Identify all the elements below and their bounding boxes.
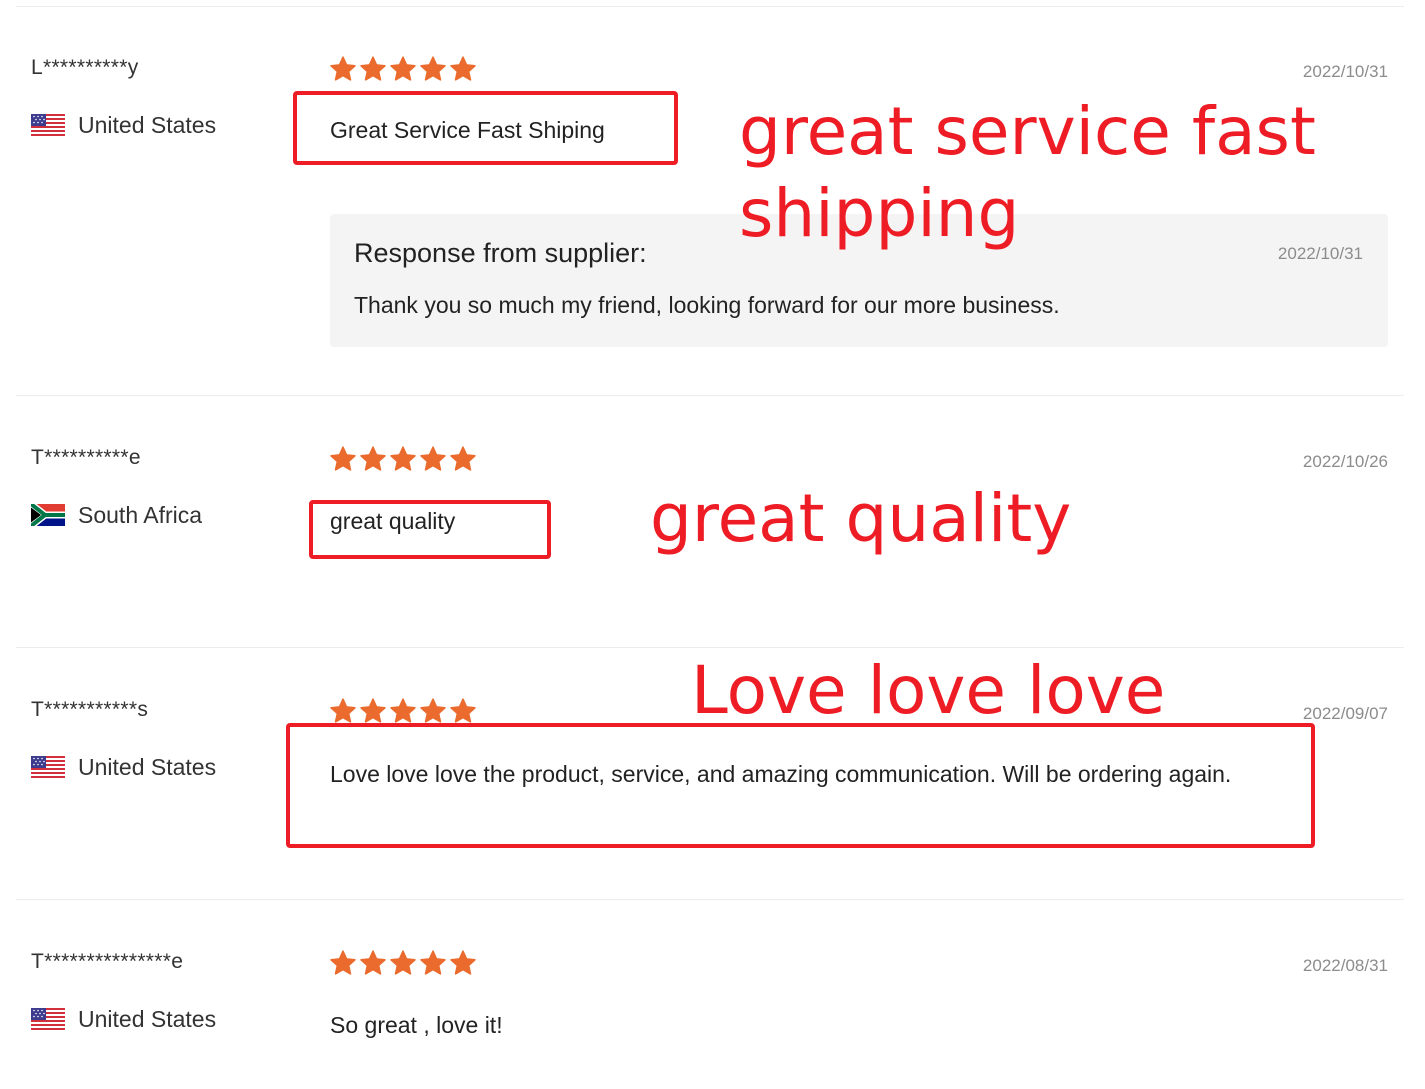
star-rating	[330, 56, 476, 82]
reviewer-name: T***************e	[31, 950, 184, 973]
response-text: Thank you so much my friend, looking for…	[354, 292, 1060, 318]
star-rating	[330, 698, 476, 724]
highlight-box	[286, 723, 1315, 848]
top-divider	[16, 0, 1404, 7]
highlight-box	[293, 91, 678, 165]
review-text: So great , love it!	[330, 1012, 503, 1038]
country-name: United States	[78, 1005, 217, 1032]
za-flag-icon	[31, 504, 65, 526]
star-icon	[450, 446, 476, 472]
annotation-text: great quality	[650, 480, 1072, 557]
review-date: 2022/09/07	[1302, 704, 1388, 723]
us-flag-icon	[31, 756, 65, 778]
review-date: 2022/10/26	[1302, 452, 1388, 471]
annotation-text: great service fast	[739, 93, 1316, 170]
star-icon	[420, 56, 446, 82]
review-divider	[16, 647, 1404, 648]
review-divider	[16, 395, 1404, 396]
us-flag-icon	[31, 1008, 65, 1030]
star-icon	[420, 950, 446, 976]
reviewer-country: South Africa	[31, 500, 202, 530]
star-icon	[360, 950, 386, 976]
annotation-text: Love love love	[691, 652, 1166, 729]
star-icon	[450, 950, 476, 976]
star-icon	[420, 698, 446, 724]
star-icon	[390, 56, 416, 82]
star-icon	[390, 950, 416, 976]
annotation-text: shipping	[739, 175, 1020, 252]
star-icon	[330, 56, 356, 82]
review-date: 2022/10/31	[1302, 62, 1388, 81]
star-icon	[330, 446, 356, 472]
star-icon	[360, 698, 386, 724]
star-rating	[330, 950, 476, 976]
country-name: United States	[78, 111, 217, 138]
star-icon	[420, 446, 446, 472]
reviewer-name: L**********y	[31, 56, 139, 79]
reviewer-country: United States	[31, 110, 216, 140]
country-name: United States	[78, 753, 217, 780]
star-icon	[360, 56, 386, 82]
reviewer-country: United States	[31, 1004, 216, 1034]
reviewer-name: T**********e	[31, 446, 141, 469]
response-date: 2022/10/31	[1277, 244, 1363, 263]
reviewer-country: United States	[31, 752, 216, 782]
star-icon	[450, 698, 476, 724]
review-date: 2022/08/31	[1302, 956, 1388, 975]
review-divider	[16, 899, 1404, 900]
star-icon	[390, 446, 416, 472]
star-icon	[330, 698, 356, 724]
star-icon	[450, 56, 476, 82]
us-flag-icon	[31, 114, 65, 136]
star-rating	[330, 446, 476, 472]
reviewer-name: T***********s	[31, 698, 149, 721]
response-title: Response from supplier:	[354, 238, 647, 268]
highlight-box	[309, 500, 551, 559]
star-icon	[360, 446, 386, 472]
star-icon	[390, 698, 416, 724]
country-name: South Africa	[78, 501, 203, 528]
star-icon	[330, 950, 356, 976]
